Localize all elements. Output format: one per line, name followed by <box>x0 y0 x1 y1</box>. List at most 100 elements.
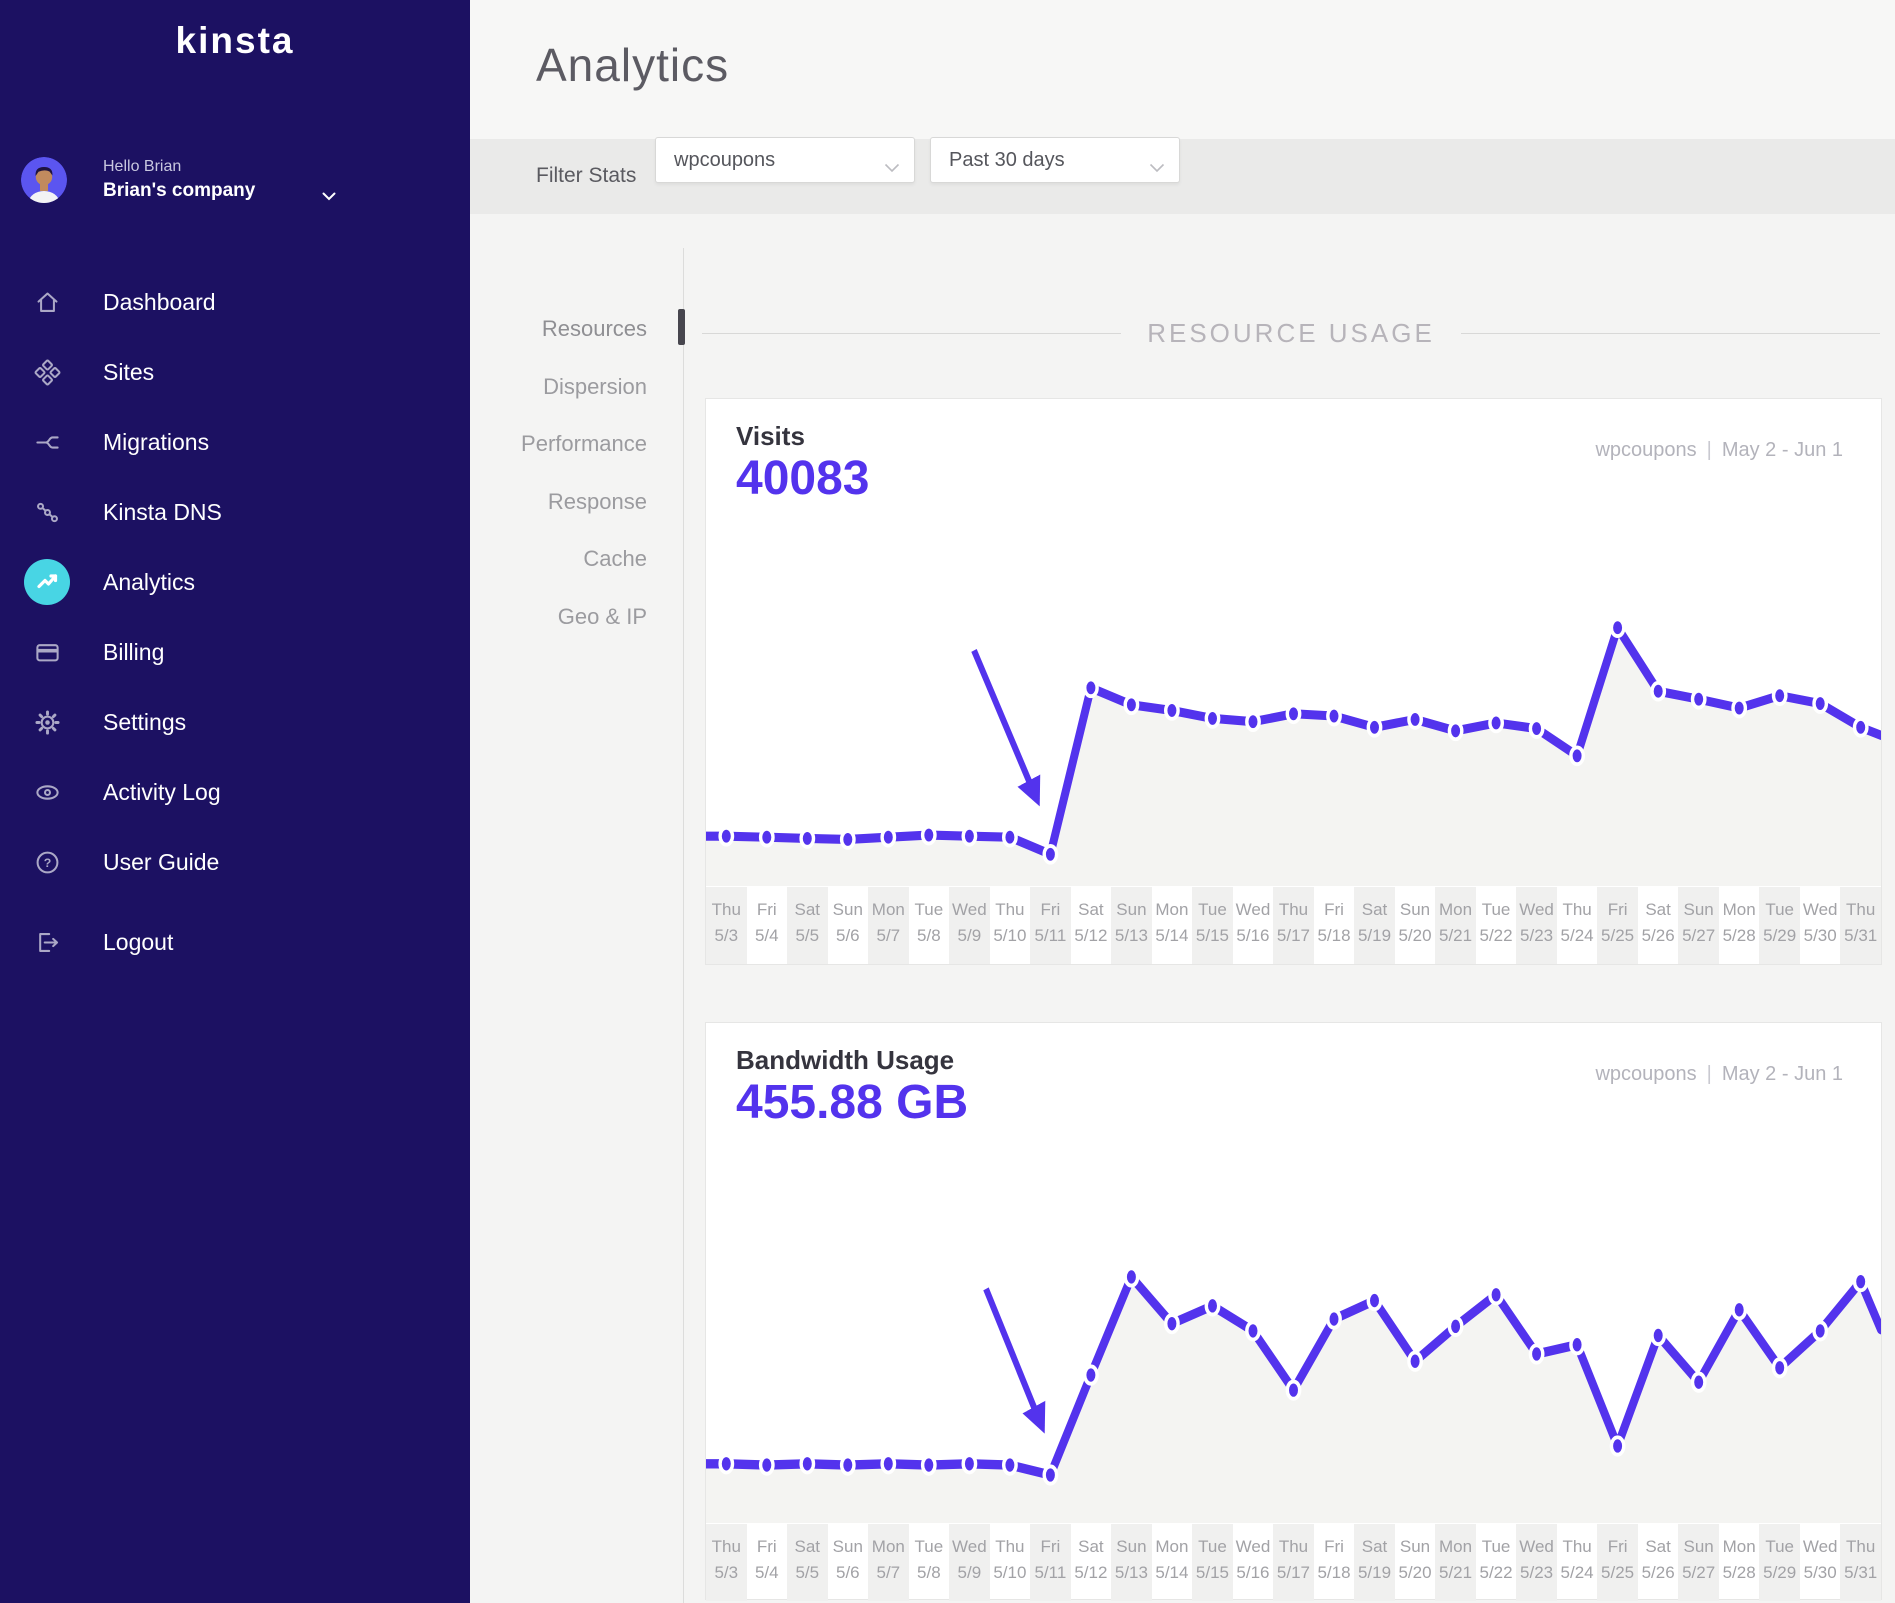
x-tick-5-19: Sat5/19 <box>1354 887 1395 964</box>
subnav-item-geo-ip[interactable]: Geo & IP <box>470 588 647 646</box>
sidebar-item-user-guide[interactable]: ?User Guide <box>0 827 470 897</box>
sidebar-item-analytics[interactable]: Analytics <box>0 547 470 617</box>
subnav-item-resources[interactable]: Resources <box>470 300 647 358</box>
x-tick-5-31: Thu5/31 <box>1840 1524 1881 1601</box>
data-point <box>720 828 732 845</box>
section-header: RESOURCE USAGE <box>702 318 1880 349</box>
subnav-item-response[interactable]: Response <box>470 473 647 531</box>
data-point <box>1611 1437 1623 1454</box>
data-point <box>1368 719 1380 736</box>
x-tick-5-24: Thu5/24 <box>1557 887 1598 964</box>
data-point <box>1693 691 1705 708</box>
meta-range: May 2 - Jun 1 <box>1722 439 1843 461</box>
x-tick-5-3: Thu5/3 <box>706 1524 747 1601</box>
chevron-down-icon <box>1149 156 1165 179</box>
card-title: Visits <box>736 421 805 452</box>
x-axis-labels: Thu5/3Fri5/4Sat5/5Sun5/6Mon5/7Tue5/8Wed5… <box>706 1524 1881 1601</box>
card-meta: wpcoupons|May 2 - Jun 1 <box>1595 1063 1843 1086</box>
x-tick-5-21: Mon5/21 <box>1435 887 1476 964</box>
company-switcher[interactable]: Hello Brian Brian's company <box>21 152 351 210</box>
subnav-item-dispersion[interactable]: Dispersion <box>470 358 647 416</box>
data-point <box>842 1456 854 1473</box>
x-tick-5-22: Tue5/22 <box>1476 887 1517 964</box>
x-tick-5-17: Thu5/17 <box>1273 1524 1314 1601</box>
bandwidth-card: Bandwidth Usage 455.88 GB wpcoupons|May … <box>705 1022 1882 1600</box>
section-line-right <box>1461 333 1880 334</box>
data-point <box>923 1456 935 1473</box>
data-point <box>1287 1381 1299 1398</box>
annotation-arrow <box>986 1289 1042 1427</box>
sidebar-item-billing[interactable]: Billing <box>0 617 470 687</box>
sidebar-item-label: Dashboard <box>103 289 216 316</box>
data-point <box>1044 846 1056 863</box>
data-point <box>1004 829 1016 846</box>
site-select[interactable]: wpcoupons <box>655 137 915 183</box>
sidebar-item-settings[interactable]: Settings <box>0 687 470 757</box>
x-tick-5-8: Tue5/8 <box>909 887 950 964</box>
data-point <box>1774 1359 1786 1376</box>
logout-icon <box>24 919 70 965</box>
meta-separator: | <box>1697 1063 1722 1085</box>
data-point <box>923 827 935 844</box>
filter-stats-label: Filter Stats <box>536 164 636 188</box>
analytics-icon <box>24 559 70 605</box>
x-tick-5-28: Mon5/28 <box>1719 887 1760 964</box>
data-point <box>1044 1466 1056 1483</box>
data-point <box>1409 1353 1421 1370</box>
kinsta-logo: kinsta <box>0 20 470 62</box>
dns-icon <box>24 489 70 535</box>
subnav-item-performance[interactable]: Performance <box>470 415 647 473</box>
x-tick-5-18: Fri5/18 <box>1314 1524 1355 1601</box>
sidebar-item-label: Kinsta DNS <box>103 499 222 526</box>
svg-text:?: ? <box>43 856 51 870</box>
visits-chart <box>706 501 1881 886</box>
data-point <box>1085 1366 1097 1383</box>
data-point <box>882 829 894 846</box>
visits-card: Visits 40083 wpcoupons|May 2 - Jun 1 Thu… <box>705 398 1882 965</box>
data-point <box>1328 708 1340 725</box>
data-point <box>720 1455 732 1472</box>
filter-bar: Filter Stats wpcoupons Past 30 days <box>470 139 1895 214</box>
data-point <box>1814 695 1826 712</box>
billing-icon <box>24 629 70 675</box>
x-tick-5-31: Thu5/31 <box>1840 887 1881 964</box>
subnav-divider <box>683 248 684 1603</box>
gear-icon <box>24 699 70 745</box>
x-tick-5-6: Sun5/6 <box>828 887 869 964</box>
date-range-select[interactable]: Past 30 days <box>930 137 1180 183</box>
data-point <box>1530 720 1542 737</box>
card-title: Bandwidth Usage <box>736 1045 954 1076</box>
subnav-item-cache[interactable]: Cache <box>470 530 647 588</box>
data-point <box>761 1456 773 1473</box>
sidebar-item-label: Sites <box>103 359 154 386</box>
sidebar-item-logout[interactable]: Logout <box>0 907 470 977</box>
data-point <box>1733 1301 1745 1318</box>
data-point <box>1490 1286 1502 1303</box>
x-tick-5-6: Sun5/6 <box>828 1524 869 1601</box>
section-title: RESOURCE USAGE <box>1147 318 1435 349</box>
sidebar-item-activity-log[interactable]: Activity Log <box>0 757 470 827</box>
x-tick-5-5: Sat5/5 <box>787 887 828 964</box>
card-value: 455.88 GB <box>736 1075 968 1130</box>
subnav-active-indicator <box>678 309 685 345</box>
data-point <box>1652 1327 1664 1344</box>
data-point <box>1814 1322 1826 1339</box>
area-fill <box>706 628 1881 886</box>
migrations-icon <box>24 419 70 465</box>
sidebar: kinsta Hello Brian Brian's company Dashb… <box>0 0 470 1603</box>
x-tick-5-25: Fri5/25 <box>1597 887 1638 964</box>
data-point <box>1125 696 1137 713</box>
meta-separator: | <box>1697 439 1722 461</box>
data-point <box>842 831 854 848</box>
chevron-down-icon <box>322 188 336 206</box>
date-range-value: Past 30 days <box>949 149 1065 172</box>
sidebar-item-dashboard[interactable]: Dashboard <box>0 267 470 337</box>
x-tick-5-14: Mon5/14 <box>1152 887 1193 964</box>
sidebar-item-migrations[interactable]: Migrations <box>0 407 470 477</box>
sidebar-item-kinsta-dns[interactable]: Kinsta DNS <box>0 477 470 547</box>
data-point <box>1449 1318 1461 1335</box>
sidebar-item-sites[interactable]: Sites <box>0 337 470 407</box>
card-value: 40083 <box>736 451 869 506</box>
x-tick-5-7: Mon5/7 <box>868 1524 909 1601</box>
x-tick-5-13: Sun5/13 <box>1111 1524 1152 1601</box>
